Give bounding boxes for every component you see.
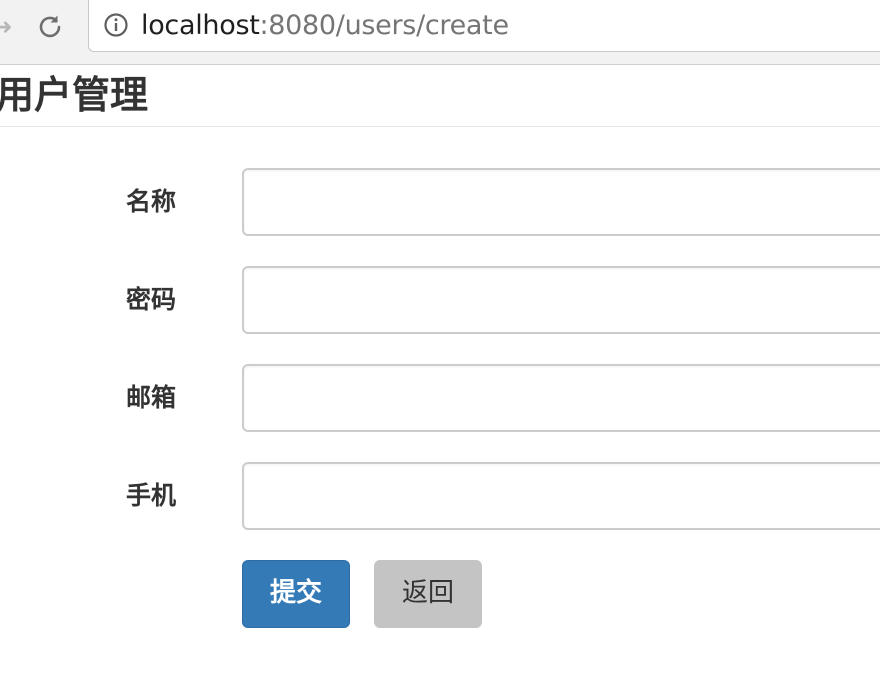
forward-arrow-icon[interactable]: ➜ [0,14,14,42]
phone-input[interactable] [242,462,880,530]
form-row-phone: 手机 [0,462,880,530]
email-label: 邮箱 [126,383,177,412]
form-row-email: 邮箱 [0,364,880,432]
page-title: 用户管理 [0,73,149,117]
password-input[interactable] [242,266,880,334]
submit-button[interactable]: 提交 [242,560,350,628]
password-label: 密码 [126,285,177,314]
address-bar[interactable]: localhost:8080/users/create [88,0,880,52]
reload-button[interactable] [30,9,70,45]
form-row-password: 密码 [0,266,880,334]
title-divider [0,126,880,127]
phone-label: 手机 [126,481,177,510]
info-icon[interactable] [104,13,128,37]
email-input[interactable] [242,364,880,432]
back-button[interactable]: 返回 [374,560,482,628]
name-input[interactable] [242,168,880,236]
url-path: :8080/users/create [259,10,510,41]
url-host: localhost [141,10,260,41]
name-label: 名称 [126,187,177,216]
browser-toolbar: ➜ localhost:8080/users/create [0,0,880,65]
form-row-name: 名称 [0,168,880,236]
url-text[interactable]: localhost:8080/users/create [141,9,509,43]
reload-icon [39,15,61,38]
